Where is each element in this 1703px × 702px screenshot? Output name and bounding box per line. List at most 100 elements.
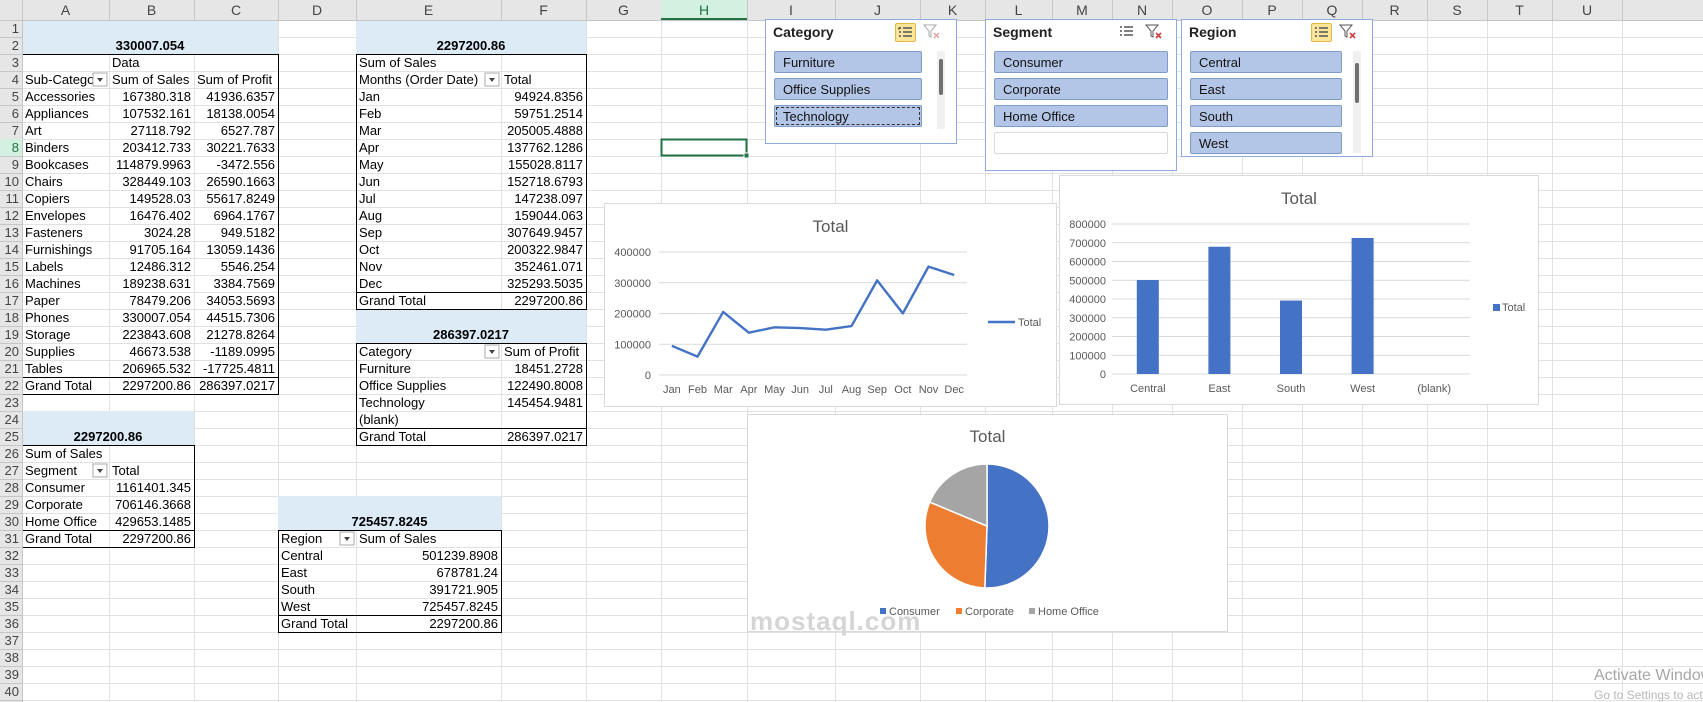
y-tick-label: 700000 <box>1069 238 1106 250</box>
slicer-item-office-supplies[interactable]: Office Supplies <box>774 78 922 100</box>
row-header-7: 7 <box>12 123 19 138</box>
region-slicer[interactable]: Region Central East South West <box>1181 19 1373 157</box>
cell-text: Oct <box>359 242 380 257</box>
x-tick-label: Sep <box>867 384 887 396</box>
y-tick-label: 100000 <box>1069 350 1106 362</box>
cell-text: Technology <box>359 395 425 410</box>
x-tick-label: Mar <box>714 384 733 396</box>
cell-text: 3384.7569 <box>214 276 275 291</box>
clear-filter-icon[interactable] <box>1338 23 1359 42</box>
monthly-sales-line-chart[interactable]: Total 0 100000 200000 300000 400000 Jan Feb Mar… <box>604 203 1057 407</box>
cell-text: 3024.28 <box>144 225 191 240</box>
cell-text: Sep <box>359 225 382 240</box>
cell-text: 286397.0217 <box>507 429 583 444</box>
row-header-27: 27 <box>5 463 19 478</box>
legend-label: Total <box>1502 302 1525 314</box>
cell-text: 706146.3668 <box>115 497 191 512</box>
row-header-16: 16 <box>5 276 19 291</box>
column-header-m: M <box>1076 2 1088 18</box>
slicer-item-consumer[interactable]: Consumer <box>994 51 1168 73</box>
cell-text: Phones <box>25 310 70 325</box>
cell-text: 2297200.86 <box>122 531 191 546</box>
activate-windows-notice: Activate Windows <box>1594 667 1703 684</box>
cell-text: 2297200.86 <box>437 38 506 53</box>
slicer-scrollbar[interactable] <box>937 51 945 129</box>
multi-select-icon[interactable] <box>895 23 916 42</box>
slicer-item-home-office[interactable]: Home Office <box>994 105 1168 127</box>
multi-select-icon[interactable] <box>1311 23 1332 42</box>
slicer-item-technology[interactable]: Technology <box>774 105 922 127</box>
row-header-13: 13 <box>5 225 19 240</box>
y-tick-label: 200000 <box>614 309 651 321</box>
clear-filter-icon[interactable] <box>922 23 943 42</box>
multi-select-icon[interactable] <box>1117 23 1138 42</box>
cell-text: 949.5182 <box>221 225 275 240</box>
cell-text: 330007.054 <box>116 38 185 53</box>
row-header-35: 35 <box>5 599 19 614</box>
category-slicer[interactable]: Category Furniture Office Supplies Techn… <box>765 19 957 144</box>
row-header-32: 32 <box>5 548 19 563</box>
cell-text: Furniture <box>359 361 411 376</box>
cell-text: 147238.097 <box>514 191 583 206</box>
row-header-6: 6 <box>12 106 19 121</box>
row-header-30: 30 <box>5 514 19 529</box>
row-header-18: 18 <box>5 310 19 325</box>
slicer-item-empty <box>994 132 1168 154</box>
row-header-12: 12 <box>5 208 19 223</box>
cell-text: Envelopes <box>25 208 86 223</box>
cell-text: Aug <box>359 208 382 223</box>
cell-text: Accessories <box>25 89 96 104</box>
column-header-r: R <box>1389 2 1399 18</box>
cell-text: 13059.1436 <box>206 242 275 257</box>
column-header-bar <box>0 0 1703 20</box>
pie-chart-plot: Consumer Corporate Home Office <box>880 463 1099 618</box>
region-sales-bar-chart[interactable]: Total 0 100000 200000 300000 400000 500000 600… <box>1059 175 1539 405</box>
slicer-item-central[interactable]: Central <box>1190 51 1342 73</box>
slicer-item-east[interactable]: East <box>1190 78 1342 100</box>
cell-text: 307649.9457 <box>507 225 583 240</box>
cell-text: 12486.312 <box>130 259 191 274</box>
slicer-item-south[interactable]: South <box>1190 105 1342 127</box>
cell-text: Grand Total <box>359 429 426 444</box>
slicer-item-west[interactable]: West <box>1190 132 1342 154</box>
row-header-24: 24 <box>5 412 19 427</box>
cell-text: Storage <box>25 327 71 342</box>
cell-text: 725457.8245 <box>352 514 428 529</box>
legend-swatch <box>1493 304 1500 311</box>
bar-east <box>1208 246 1231 374</box>
cell-text: 200322.9847 <box>507 242 583 257</box>
cell-text: 5546.254 <box>221 259 275 274</box>
cell-text: 91705.164 <box>130 242 191 257</box>
bar-south <box>1280 300 1302 374</box>
slicer-title: Segment <box>993 24 1053 40</box>
scrollbar-thumb[interactable] <box>1355 63 1359 103</box>
cell-text: -3472.556 <box>216 157 275 172</box>
cell-text: Jun <box>359 174 380 189</box>
slicer-scrollbar[interactable] <box>1353 51 1361 153</box>
cell-text: 55617.8249 <box>206 191 275 206</box>
segment-slicer[interactable]: Segment Consumer Corporate Home Office <box>985 19 1177 171</box>
cell-text: 223843.608 <box>122 327 191 342</box>
cell-text: 6527.787 <box>221 123 275 138</box>
cell-text: Months (Order Date) <box>359 72 478 87</box>
segment-sales-pie-chart[interactable]: Total Consumer Corporate Home Office <box>747 414 1228 632</box>
row-header-11: 11 <box>6 191 20 206</box>
line-chart-plot: 0 100000 200000 300000 400000 Jan Feb Mar Apr May… <box>614 247 1041 396</box>
cell-text: Appliances <box>25 106 89 121</box>
row-header-34: 34 <box>5 582 19 597</box>
watermark-logo: mostaql.com <box>750 606 922 636</box>
clear-filter-icon[interactable] <box>1144 23 1165 42</box>
slicer-item-furniture[interactable]: Furniture <box>774 51 922 73</box>
y-tick-label: 0 <box>1100 369 1106 381</box>
column-header-q: Q <box>1327 2 1338 18</box>
row-header-15: 15 <box>5 259 19 274</box>
row-header-26: 26 <box>5 446 19 461</box>
scrollbar-thumb[interactable] <box>939 59 943 95</box>
cell-text: Sum of Profit <box>504 344 580 359</box>
cell-text: 18451.2728 <box>514 361 583 376</box>
slicer-item-corporate[interactable]: Corporate <box>994 78 1168 100</box>
column-header-s: S <box>1452 2 1461 18</box>
column-header-i: I <box>789 2 793 18</box>
cell-text: 44515.7306 <box>206 310 275 325</box>
x-tick-label: Jan <box>663 384 681 396</box>
